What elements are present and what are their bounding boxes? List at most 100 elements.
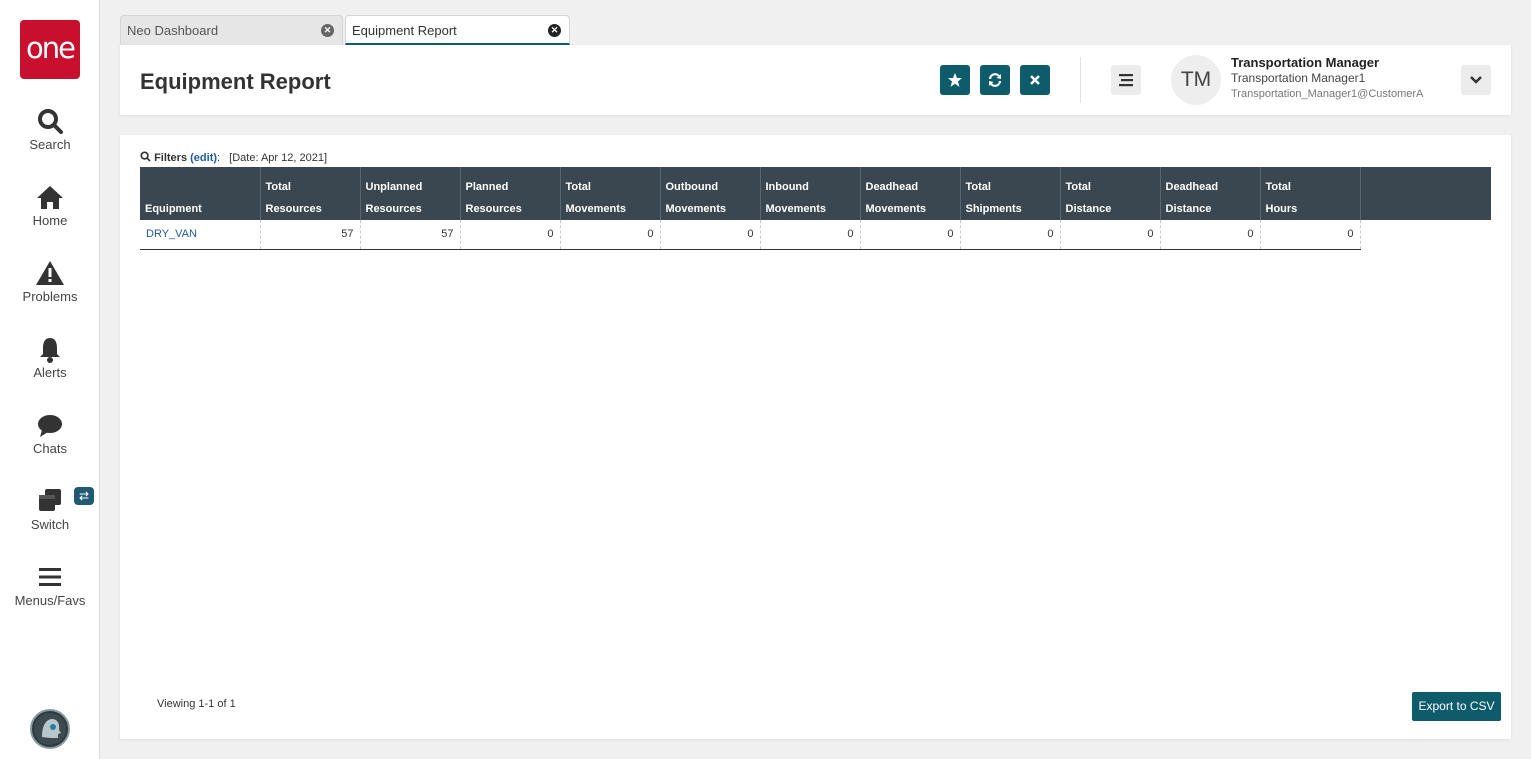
one-logo[interactable]: one: [20, 20, 80, 79]
user-menu-dropdown[interactable]: [1461, 65, 1491, 95]
user-email: Transportation_Manager1@CustomerA: [1231, 88, 1424, 100]
column-header-line2: Resources: [265, 203, 322, 215]
column-header-deadhead-movements[interactable]: Deadhead Movements: [860, 167, 961, 220]
sidebar-item-chats[interactable]: Chats: [0, 411, 100, 456]
column-header-line2: Resources: [465, 203, 522, 215]
export-csv-button[interactable]: Export to CSV: [1412, 692, 1501, 721]
column-header-outbound-movements[interactable]: Outbound Movements: [660, 167, 761, 220]
column-header-line2: Movements: [865, 203, 927, 215]
column-header-line2: Shipments: [965, 203, 1022, 215]
table-cell: 0: [960, 220, 1061, 250]
column-header-total-movements[interactable]: Total Movements: [560, 167, 661, 220]
search-icon: [38, 109, 63, 134]
column-header-line1: Total: [565, 181, 591, 193]
sidebar-item-home[interactable]: Home: [0, 183, 100, 228]
sidebar-item-label: Alerts: [33, 365, 67, 380]
column-header-deadhead-distance[interactable]: Deadhead Distance: [1160, 167, 1261, 220]
column-header-total-resources[interactable]: Total Resources: [260, 167, 361, 220]
column-header-total-shipments[interactable]: Total Shipments: [960, 167, 1061, 220]
sidebar-item-label: Chats: [33, 441, 67, 456]
sidebar: one Search Home Problems Alerts Chats ⇄ …: [0, 0, 100, 759]
table-cell: 0: [1260, 220, 1361, 250]
column-header-line2: Distance: [1165, 203, 1212, 215]
sidebar-item-search[interactable]: Search: [0, 107, 100, 152]
sidebar-item-label: Search: [29, 137, 71, 152]
column-header-planned-resources[interactable]: Planned Resources: [460, 167, 561, 220]
header-divider: [1080, 57, 1081, 103]
table-cell: 57: [260, 220, 361, 250]
sidebar-item-alerts[interactable]: Alerts: [0, 335, 100, 380]
star-icon: [948, 73, 962, 87]
column-header-line1: Total: [1265, 181, 1291, 193]
switch-windows-icon: [39, 489, 61, 511]
table-row: DRY_VAN 57 57 0 0 0 0 0 0 0 0 0: [140, 220, 1491, 250]
sidebar-item-menus-favs[interactable]: Menus/Favs: [0, 563, 100, 608]
equipment-table: Equipment Total Resources Unplanned Resour…: [140, 167, 1491, 250]
close-icon: [1030, 75, 1040, 85]
sidebar-item-label: Switch: [30, 517, 70, 532]
column-header-line1: Planned: [465, 181, 509, 193]
column-header-line1: Deadhead: [865, 181, 919, 193]
sidebar-item-label: Menus/Favs: [14, 593, 86, 608]
table-cell: 0: [660, 220, 761, 250]
sidebar-item-label: Home: [32, 213, 68, 228]
favorite-button[interactable]: [940, 65, 970, 95]
assistant-avatar-icon[interactable]: [30, 709, 70, 749]
column-header-line1: Total: [965, 181, 991, 193]
page-header: Equipment Report TM Transportation Manag…: [120, 45, 1511, 115]
equipment-link[interactable]: DRY_VAN: [140, 220, 261, 250]
pagination-status: Viewing 1-1 of 1: [157, 698, 236, 710]
table-cell: 0: [760, 220, 861, 250]
user-avatar[interactable]: TM: [1171, 55, 1221, 105]
refresh-icon: [988, 73, 1002, 87]
refresh-button[interactable]: [980, 65, 1010, 95]
report-panel: Filters (edit): [Date: Apr 12, 2021] Equ…: [120, 135, 1511, 739]
column-header-unplanned-resources[interactable]: Unplanned Resources: [360, 167, 461, 220]
column-header-line1: Total: [1065, 181, 1091, 193]
column-header-line1: Deadhead: [1165, 181, 1219, 193]
page-menu-button[interactable]: [1111, 65, 1141, 95]
tab-equipment-report[interactable]: Equipment Report ✕: [345, 15, 570, 45]
column-header-inbound-movements[interactable]: Inbound Movements: [760, 167, 861, 220]
column-header-line1: Outbound: [665, 181, 719, 193]
table-cell: 0: [1160, 220, 1261, 250]
tab-close-icon[interactable]: ✕: [548, 24, 561, 37]
search-icon: [140, 151, 151, 162]
table-cell: 0: [1060, 220, 1161, 250]
column-header-total-hours[interactable]: Total Hours: [1260, 167, 1361, 220]
robot-head-icon: [34, 713, 66, 745]
warning-icon: [36, 261, 64, 285]
bell-icon: [40, 338, 60, 363]
page-title: Equipment Report: [140, 69, 331, 94]
hamburger-icon: [39, 568, 61, 586]
table-cell-filler: [1360, 220, 1491, 249]
table-cell: 57: [360, 220, 461, 250]
filters-value: [Date: Apr 12, 2021]: [229, 152, 328, 164]
tab-neo-dashboard[interactable]: Neo Dashboard ✕: [120, 15, 343, 45]
menu-lines-icon: [1119, 74, 1133, 87]
column-header-line2: Hours: [1265, 203, 1298, 215]
filters-edit-link[interactable]: (edit): [190, 152, 217, 164]
close-report-button[interactable]: [1020, 65, 1050, 95]
column-header-line2: Resources: [365, 203, 422, 215]
user-name: Transportation Manager1: [1231, 71, 1366, 85]
column-header-line1: Inbound: [765, 181, 809, 193]
tab-close-icon[interactable]: ✕: [321, 24, 334, 37]
column-header-total-distance[interactable]: Total Distance: [1060, 167, 1161, 220]
tab-label: Equipment Report: [352, 23, 457, 38]
table-cell: 0: [560, 220, 661, 250]
column-header-equipment[interactable]: Equipment: [140, 167, 261, 220]
column-header-line1: Total: [265, 181, 291, 193]
chat-bubble-icon: [38, 415, 62, 437]
user-role: Transportation Manager: [1231, 55, 1380, 70]
sidebar-item-label: Problems: [22, 289, 78, 304]
sidebar-item-problems[interactable]: Problems: [0, 259, 100, 304]
filters-label: Filters: [154, 152, 188, 164]
table-cell: 0: [860, 220, 961, 250]
column-header-line2: Equipment: [145, 203, 202, 215]
sidebar-item-switch[interactable]: ⇄ Switch: [0, 487, 100, 532]
home-icon: [37, 186, 63, 209]
column-header-filler: [1360, 167, 1491, 220]
swap-arrows-icon[interactable]: ⇄: [74, 487, 94, 505]
column-header-line2: Movements: [765, 203, 827, 215]
